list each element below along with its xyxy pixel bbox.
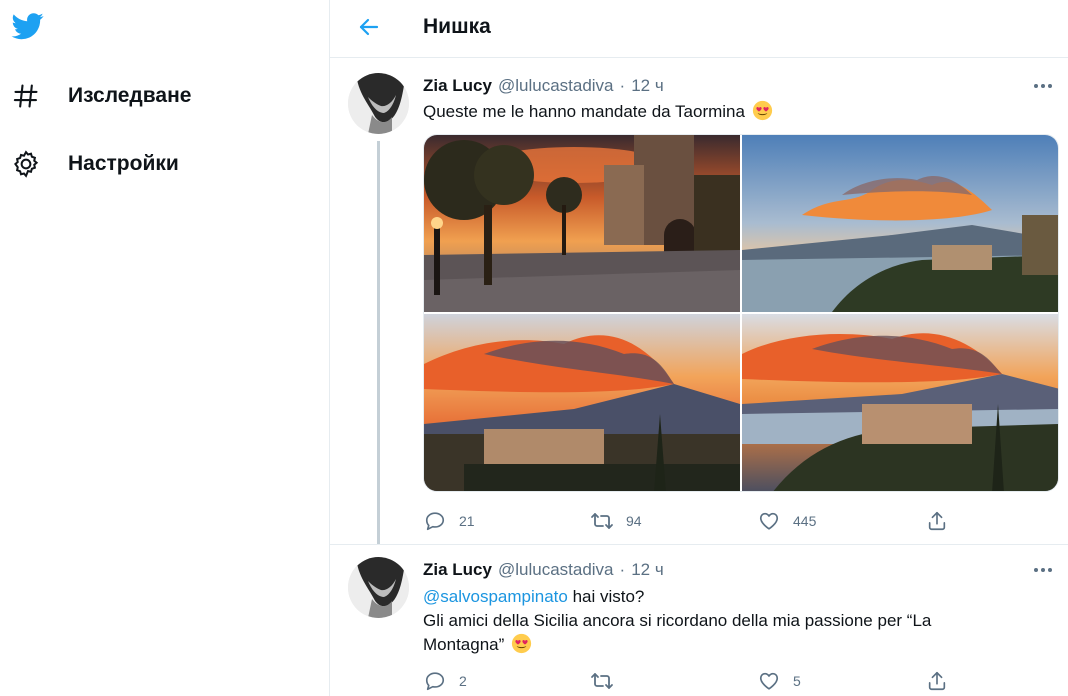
main-column: Нишка Zia Lucy @lulucastadiva · 12 ч Que…	[330, 0, 1068, 696]
like-button[interactable]: 445	[757, 505, 816, 537]
photo-taormina-square[interactable]	[424, 135, 740, 312]
tweet-line-3-wrap: Montagna”	[423, 633, 1023, 657]
avatar[interactable]	[348, 73, 409, 134]
separator-dot: ·	[619, 76, 626, 95]
hashtag-icon	[8, 78, 44, 114]
reply-icon	[423, 669, 447, 693]
more-dots-icon	[1033, 76, 1053, 94]
heart-eyes-emoji-icon	[511, 633, 532, 654]
photo-etna-coast[interactable]	[742, 135, 1058, 312]
tweet[interactable]: Zia Lucy @lulucastadiva · 12 ч Queste me…	[330, 58, 1068, 544]
mention-link[interactable]: @salvospampinato	[423, 587, 568, 606]
media-grid	[423, 134, 1059, 492]
tweet-line-3: Montagna”	[423, 635, 505, 654]
tweet-timestamp[interactable]: 12 ч	[631, 560, 664, 580]
tweet-line-1: @salvospampinato hai visto?	[423, 585, 1023, 609]
reply-button[interactable]: 2	[423, 665, 467, 696]
share-button[interactable]	[925, 505, 949, 537]
more-dots-icon	[1033, 560, 1053, 578]
retweet-count: 94	[626, 513, 642, 529]
tweet-header: Zia Lucy @lulucastadiva · 12 ч	[423, 560, 664, 580]
tweet-timestamp[interactable]: 12 ч	[631, 76, 664, 96]
sidebar: Изследване Настройки	[0, 0, 330, 696]
nav-label-settings: Настройки	[68, 152, 179, 175]
author-handle[interactable]: @lulucastadiva	[498, 560, 614, 580]
retweet-button[interactable]	[590, 665, 626, 696]
separator-dot: ·	[619, 560, 626, 579]
share-icon	[925, 669, 949, 693]
reply-count: 2	[459, 673, 467, 689]
more-options-button[interactable]	[1030, 556, 1056, 582]
heart-eyes-emoji-icon	[752, 100, 773, 121]
twitter-bird-icon[interactable]	[10, 10, 46, 42]
heart-icon	[757, 509, 781, 533]
back-button[interactable]	[352, 12, 386, 46]
author-name[interactable]: Zia Lucy	[423, 76, 492, 96]
reply-icon	[423, 509, 447, 533]
avatar[interactable]	[348, 557, 409, 618]
photo-etna-town-view[interactable]	[742, 314, 1058, 491]
reply-button[interactable]: 21	[423, 505, 475, 537]
thread-line	[377, 141, 380, 544]
thread-header: Нишка	[330, 0, 1068, 58]
retweet-icon	[590, 509, 614, 533]
tweet-text: @salvospampinato hai visto? Gli amici de…	[423, 585, 1023, 657]
gear-icon	[8, 146, 44, 182]
tweet-header: Zia Lucy @lulucastadiva · 12 ч	[423, 76, 664, 96]
retweet-icon	[590, 669, 614, 693]
heart-icon	[757, 669, 781, 693]
arrow-left-icon	[357, 15, 381, 44]
like-count: 445	[793, 513, 817, 529]
tweet-line-2: Gli amici della Sicilia ancora si ricord…	[423, 611, 932, 630]
tweet-line-1-rest: hai visto?	[567, 587, 645, 606]
photo-etna-sunset-clouds[interactable]	[424, 314, 740, 491]
more-options-button[interactable]	[1030, 72, 1056, 98]
share-icon	[925, 509, 949, 533]
retweet-button[interactable]: 94	[590, 505, 642, 537]
nav-item-settings[interactable]: Настройки	[8, 144, 179, 184]
tweet[interactable]: Zia Lucy @lulucastadiva · 12 ч @salvospa…	[330, 545, 1068, 696]
share-button[interactable]	[925, 665, 949, 696]
tweet-actions: 2 5	[423, 665, 963, 696]
author-handle[interactable]: @lulucastadiva	[498, 76, 614, 96]
tweet-actions: 21 94 445	[423, 505, 963, 537]
author-name[interactable]: Zia Lucy	[423, 560, 492, 580]
like-button[interactable]: 5	[757, 665, 801, 696]
reply-count: 21	[459, 513, 475, 529]
nav-item-explore[interactable]: Изследване	[8, 76, 191, 116]
tweet-text: Queste me le hanno mandate da Taormina	[423, 100, 1023, 124]
nav-label-explore: Изследване	[68, 84, 192, 107]
like-count: 5	[793, 673, 801, 689]
page-title: Нишка	[423, 15, 491, 38]
tweet-body: Queste me le hanno mandate da Taormina	[423, 102, 745, 121]
